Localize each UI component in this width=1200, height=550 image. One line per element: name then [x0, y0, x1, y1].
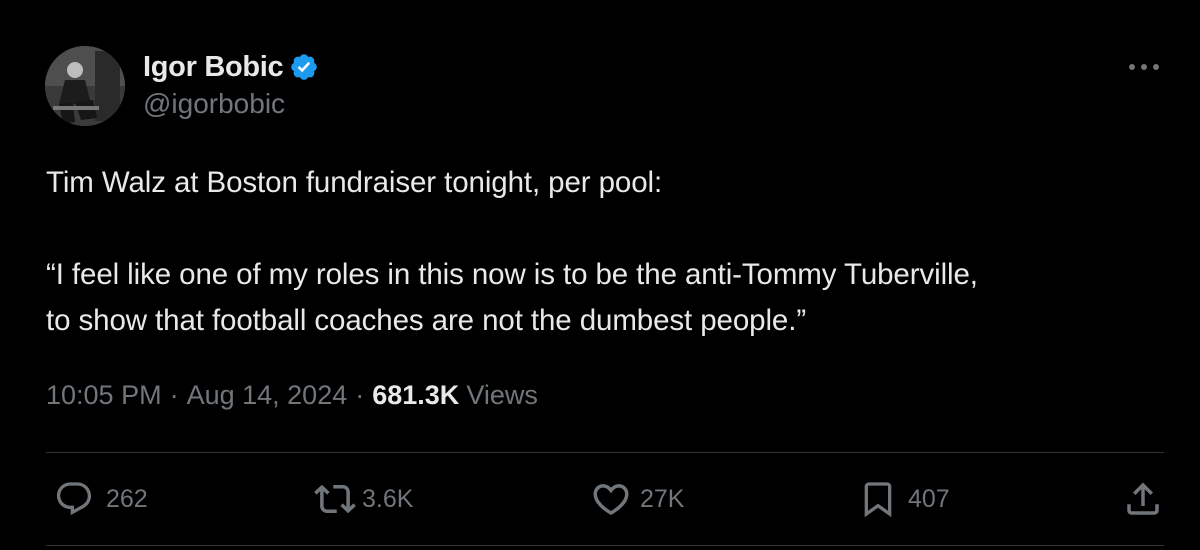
like-button[interactable]: 27K [590, 475, 684, 523]
tweet-time[interactable]: 10:05 PM [46, 380, 162, 411]
meta-separator: · [355, 380, 365, 410]
share-upload-icon [1127, 482, 1159, 515]
repost-arrows-icon [314, 484, 356, 514]
bottom-divider [46, 545, 1164, 546]
share-button[interactable] [1122, 475, 1164, 523]
tweet-quote-line: to show that football coaches are not th… [46, 304, 807, 337]
display-name[interactable]: Igor Bobic [143, 51, 284, 84]
views-label: Views [466, 380, 538, 410]
avatar[interactable] [45, 46, 125, 126]
tweet-text: Tim Walz at Boston fundraiser tonight, p… [46, 160, 1176, 344]
tweet-quote-line: “I feel like one of my roles in this now… [46, 258, 978, 291]
divider [46, 452, 1164, 453]
action-bar: 262 3.6K 27K 407 [46, 475, 1166, 523]
reply-button[interactable]: 262 [54, 475, 148, 523]
bookmark-count: 407 [908, 484, 950, 513]
tweet-line: Tim Walz at Boston fundraiser tonight, p… [46, 166, 663, 199]
tweet-card: Igor Bobic @igorbobic Tim Walz at Boston… [0, 0, 1200, 550]
reply-bubble-icon [56, 482, 92, 516]
name-row: Igor Bobic [143, 48, 319, 86]
repost-button[interactable]: 3.6K [314, 475, 413, 523]
reply-count: 262 [106, 484, 148, 513]
handle[interactable]: @igorbobic [143, 88, 319, 120]
more-button[interactable] [1124, 52, 1164, 82]
bookmark-button[interactable]: 407 [858, 475, 950, 523]
tweet-meta: 10:05 PM · Aug 14, 2024 · 681.3K Views [46, 380, 538, 411]
avatar-photo [45, 46, 125, 126]
tweet-date[interactable]: Aug 14, 2024 [187, 380, 348, 411]
heart-icon [593, 484, 629, 516]
views-count[interactable]: 681.3K [372, 380, 459, 411]
more-horizontal-icon [1129, 64, 1159, 70]
like-count: 27K [640, 484, 685, 513]
meta-separator: · [169, 380, 179, 410]
author-block: Igor Bobic @igorbobic [143, 48, 319, 120]
repost-count: 3.6K [362, 484, 414, 513]
bookmark-icon [864, 482, 892, 518]
verified-badge-icon[interactable] [289, 52, 319, 82]
